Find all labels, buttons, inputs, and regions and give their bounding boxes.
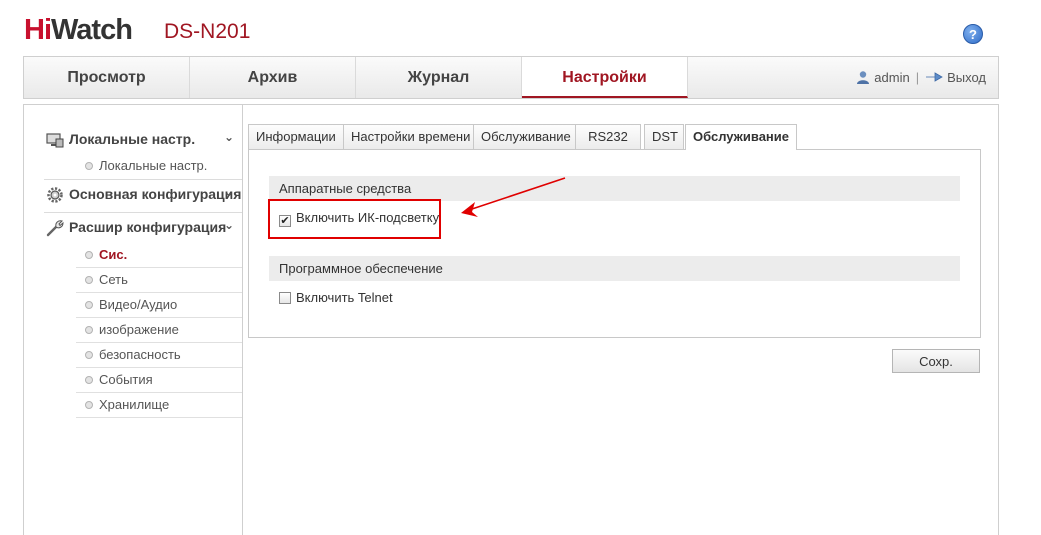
tab-info[interactable]: Информации	[248, 124, 344, 149]
logout-icon	[926, 72, 943, 82]
sidebar-item-label: безопасность	[99, 347, 181, 362]
sidebar-item-video-audio[interactable]: Видео/Аудио	[76, 293, 242, 318]
telnet-label: Включить Telnet	[296, 290, 393, 305]
chevron-down-icon[interactable]: ⌄	[224, 130, 234, 144]
user-separator: |	[915, 70, 920, 85]
bullet-icon	[85, 351, 93, 359]
tab-maintenance[interactable]: Обслуживание	[473, 124, 579, 149]
sidebar-section-advanced[interactable]: Расшир конфигурация ⌄	[44, 213, 242, 243]
nav-settings[interactable]: Настройки	[522, 57, 688, 98]
bullet-icon	[85, 251, 93, 259]
tab-rs232[interactable]: RS232	[575, 124, 641, 149]
save-button[interactable]: Сохр.	[892, 349, 980, 373]
main-content: Локальные настр. ⌄ Локальные настр. Осно…	[23, 104, 999, 535]
bullet-icon	[85, 326, 93, 334]
telnet-checkbox[interactable]	[279, 292, 291, 304]
sidebar-item-label: Локальные настр.	[99, 158, 208, 173]
device-model: DS-N201	[164, 20, 251, 43]
user-name[interactable]: admin	[874, 70, 909, 85]
sidebar-section-basic[interactable]: Основная конфигурация ⌄	[44, 180, 242, 210]
bullet-icon	[85, 376, 93, 384]
sidebar-item-local-settings[interactable]: Локальные настр.	[76, 154, 242, 179]
sidebar: Локальные настр. ⌄ Локальные настр. Осно…	[24, 105, 243, 535]
sidebar-item-image[interactable]: изображение	[76, 318, 242, 343]
sidebar-item-events[interactable]: События	[76, 368, 242, 393]
nav-log[interactable]: Журнал	[356, 57, 522, 98]
sidebar-section-label: Локальные настр.	[69, 131, 196, 147]
tab-time-settings[interactable]: Настройки времени	[343, 124, 479, 149]
sidebar-item-label: Видео/Аудио	[99, 297, 178, 312]
user-area: admin | Выход	[856, 57, 986, 98]
help-icon[interactable]: ?	[963, 24, 983, 44]
user-icon	[857, 71, 870, 84]
sidebar-section-label: Основная конфигурация	[69, 186, 242, 202]
tab-dst[interactable]: DST	[644, 124, 684, 149]
sidebar-item-label: Сеть	[99, 272, 128, 287]
annotation-arrow-icon	[461, 177, 566, 217]
sidebar-item-storage[interactable]: Хранилище	[76, 393, 242, 418]
wrench-icon	[46, 220, 64, 237]
nav-preview[interactable]: Просмотр	[24, 57, 190, 98]
logout-link[interactable]: Выход	[947, 70, 986, 85]
bullet-icon	[85, 162, 93, 170]
sidebar-item-label: изображение	[99, 322, 179, 337]
sidebar-item-label: Хранилище	[99, 397, 170, 412]
bullet-icon	[85, 401, 93, 409]
sidebar-item-network[interactable]: Сеть	[76, 268, 242, 293]
sidebar-item-security[interactable]: безопасность	[76, 343, 242, 368]
sidebar-section-label: Расшир конфигурация	[69, 219, 227, 235]
gear-icon	[47, 187, 63, 203]
main-nav: Просмотр Архив Журнал Настройки admin | В…	[23, 56, 999, 99]
nav-archive[interactable]: Архив	[190, 57, 356, 98]
bullet-icon	[85, 276, 93, 284]
bullet-icon	[85, 301, 93, 309]
annotation-highlight-box	[268, 199, 441, 239]
logo-hi: Hi	[24, 14, 52, 46]
telnet-option[interactable]: Включить Telnet	[279, 290, 393, 305]
chevron-down-icon[interactable]: ⌄	[224, 185, 234, 199]
sidebar-item-system[interactable]: Сис.	[76, 243, 242, 268]
logo-watch: Watch	[51, 14, 133, 46]
hardware-group-title: Аппаратные средства	[269, 176, 960, 201]
software-group-title: Программное обеспечение	[269, 256, 960, 281]
sidebar-item-label: События	[99, 372, 153, 387]
hiwatch-logo: HiWatch	[24, 14, 133, 47]
tab-service[interactable]: Обслуживание	[685, 124, 798, 150]
monitor-icon	[46, 133, 64, 148]
sidebar-item-label: Сис.	[99, 247, 128, 262]
sidebar-section-local[interactable]: Локальные настр. ⌄	[44, 125, 242, 155]
chevron-down-icon[interactable]: ⌄	[224, 218, 234, 232]
settings-panel: Аппаратные средства ✔ Включить ИК-подсвет…	[248, 149, 981, 338]
